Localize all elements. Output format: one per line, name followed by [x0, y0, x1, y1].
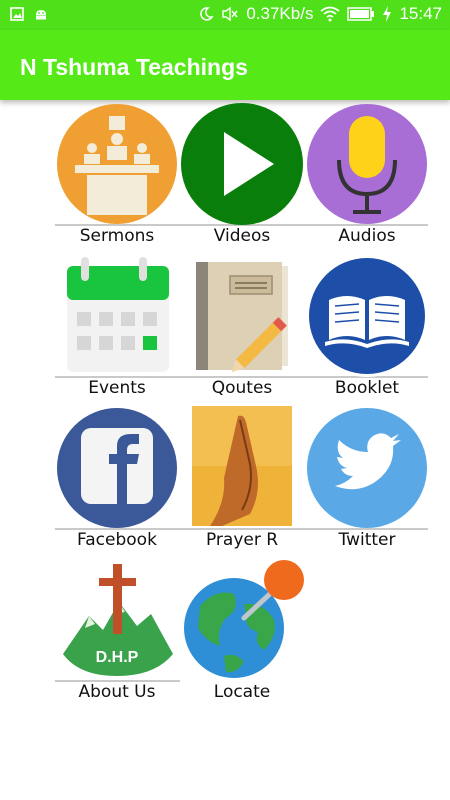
- prayer-r-label: Prayer R: [205, 530, 279, 550]
- events-tile[interactable]: Events: [55, 254, 179, 404]
- about-us-tile[interactable]: D.H.P About Us: [55, 558, 179, 708]
- prayer-r-tile[interactable]: Prayer R: [180, 406, 304, 556]
- mute-icon: [222, 6, 238, 22]
- audios-label: Audios: [338, 226, 396, 246]
- charging-icon: [383, 6, 392, 22]
- clock: 15:47: [399, 4, 442, 23]
- play-icon: [181, 103, 303, 225]
- twitter-tile[interactable]: Twitter: [305, 406, 429, 556]
- sermons-tile[interactable]: Sermons: [55, 102, 179, 252]
- android-icon: [36, 10, 46, 20]
- app-bar: N Tshuma Teachings: [0, 30, 450, 100]
- facebook-label: Facebook: [77, 530, 157, 550]
- sermons-label: Sermons: [79, 226, 155, 246]
- booklet-tile[interactable]: Booklet: [305, 254, 429, 404]
- notebook-pencil-icon: [196, 262, 288, 373]
- globe-pin-icon: [184, 560, 304, 678]
- facebook-tile[interactable]: Facebook: [55, 406, 179, 556]
- twitter-label: Twitter: [338, 530, 396, 550]
- qoutes-label: Qoutes: [211, 378, 273, 398]
- microphone-icon: [307, 104, 427, 224]
- moon-icon: [200, 7, 214, 21]
- app-title: N Tshuma Teachings: [20, 54, 248, 80]
- locate-tile[interactable]: Locate: [180, 558, 304, 708]
- audios-tile[interactable]: Audios: [305, 102, 429, 252]
- booklet-label: Booklet: [334, 378, 400, 398]
- qoutes-tile[interactable]: Qoutes: [180, 254, 304, 404]
- praying-hands-icon: [192, 406, 292, 526]
- about-logo-text: D.H.P: [96, 649, 139, 666]
- status-bar: 0.37Kb/s 15:47: [0, 0, 450, 30]
- locate-label: Locate: [213, 682, 271, 702]
- facebook-icon: [57, 408, 177, 528]
- open-book-icon: [306, 255, 428, 377]
- videos-tile[interactable]: Videos: [180, 102, 304, 252]
- videos-label: Videos: [213, 226, 271, 246]
- events-label: Events: [88, 378, 146, 398]
- image-icon: [10, 7, 24, 21]
- battery-icon: [347, 7, 375, 21]
- dhp-logo-icon: D.H.P: [59, 562, 175, 678]
- twitter-bird-icon: [307, 408, 427, 528]
- pulpit-icon: [57, 104, 177, 224]
- about-us-label: About Us: [78, 682, 156, 702]
- wifi-icon: [320, 6, 340, 22]
- calendar-icon: [67, 257, 169, 372]
- network-speed: 0.37Kb/s: [246, 4, 314, 23]
